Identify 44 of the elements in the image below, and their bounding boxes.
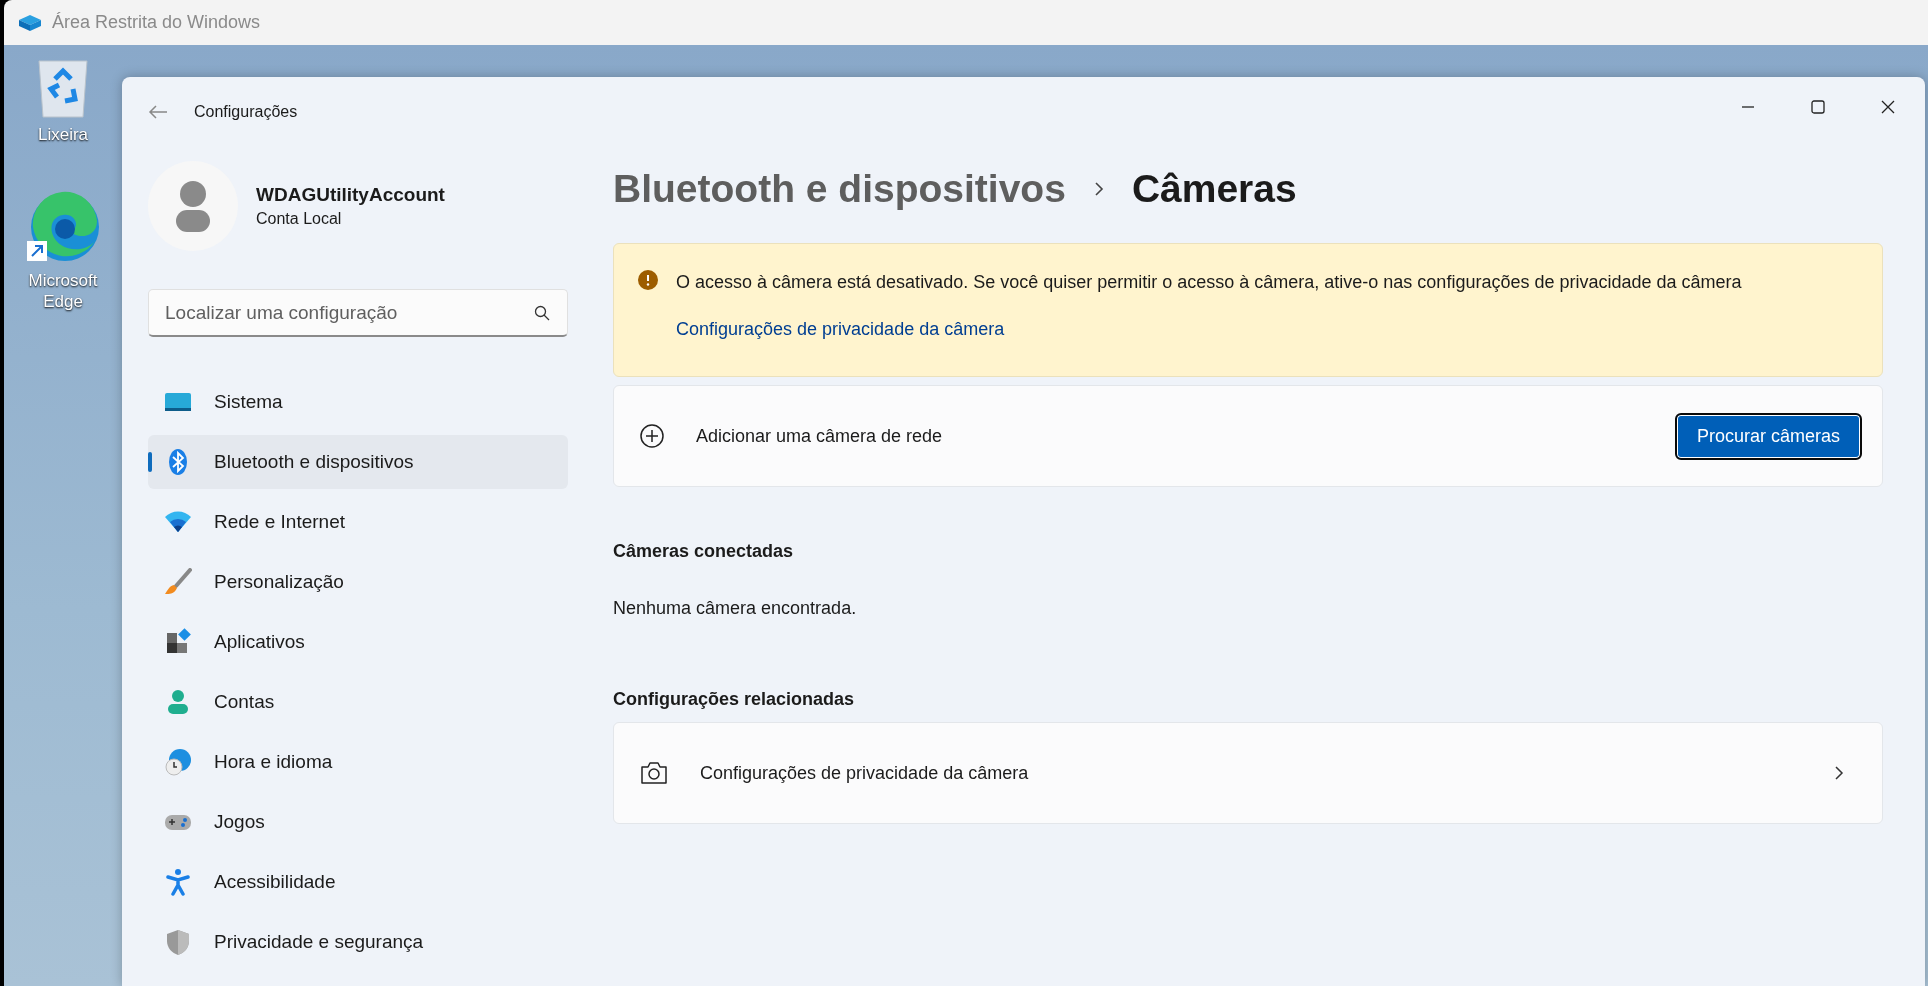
nav-item[interactable]: Jogos (148, 795, 568, 849)
page-title: Câmeras (1131, 167, 1297, 211)
shield-icon (164, 928, 192, 956)
chevron-icon (1834, 765, 1844, 781)
section-heading: Câmeras conectadas (613, 541, 795, 562)
window-title: Área Restrita do Windows (52, 12, 261, 33)
camera-icon (640, 761, 668, 785)
box-icon (18, 13, 42, 32)
section-heading: Configurações relacionadas (613, 689, 856, 710)
nav-item[interactable]: Bluetooth e dispositivos (148, 435, 568, 489)
back-arrow-icon[interactable] (148, 104, 168, 120)
search-field[interactable]: Localizar uma configuração (148, 289, 568, 337)
nav-item[interactable]: Rede e Internet (148, 495, 568, 549)
apps-icon (164, 628, 192, 656)
breadcrumb-link[interactable]: Bluetooth e dispositivos (613, 167, 1066, 211)
app-title: Configurações (194, 103, 298, 121)
nav-item[interactable]: Sistema (148, 375, 568, 429)
shortcut-label: Microsoft Edge (27, 271, 99, 313)
settings-link-card[interactable]: Configurações de privacidade da câmera (613, 722, 1883, 824)
nav-item[interactable]: Contas (148, 675, 568, 729)
plus-circle-icon (640, 424, 664, 448)
account-name: WDAGUtilityAccount (256, 184, 445, 206)
nav-item[interactable]: Hora e idioma (148, 735, 568, 789)
empty-message: Nenhuma câmera encontrada. (613, 598, 858, 619)
recycle-bin-icon (35, 57, 91, 121)
close-icon[interactable] (1881, 100, 1895, 114)
nav-item[interactable]: Acessibilidade (148, 855, 568, 909)
maximize-icon[interactable] (1811, 100, 1825, 114)
warning-icon (638, 270, 658, 290)
privacy-settings-link[interactable]: Configurações de privacidade da câmera (676, 319, 1005, 340)
card-label: Adicionar uma câmera de rede (696, 425, 944, 447)
nav-item[interactable]: Privacidade e segurança (148, 915, 568, 969)
accessibility-icon (164, 868, 192, 896)
nav-item[interactable]: Aplicativos (148, 615, 568, 669)
shortcut-label: Lixeira (36, 125, 90, 146)
avatar-icon (148, 161, 238, 251)
brush-icon (164, 568, 192, 596)
account-type: Conta Local (256, 210, 343, 228)
nav-item[interactable]: Personalização (148, 555, 568, 609)
warning-message: O acesso à câmera está desativado. Se você quiser permitir o acesso à câmera, ative-o nas configurações de privacidade da câmera (676, 271, 1742, 294)
chevron-icon (1093, 181, 1104, 197)
search-cameras-button[interactable]: Procurar câmeras (1674, 412, 1862, 460)
globe-clock-icon (164, 748, 192, 776)
search-icon (534, 305, 550, 321)
